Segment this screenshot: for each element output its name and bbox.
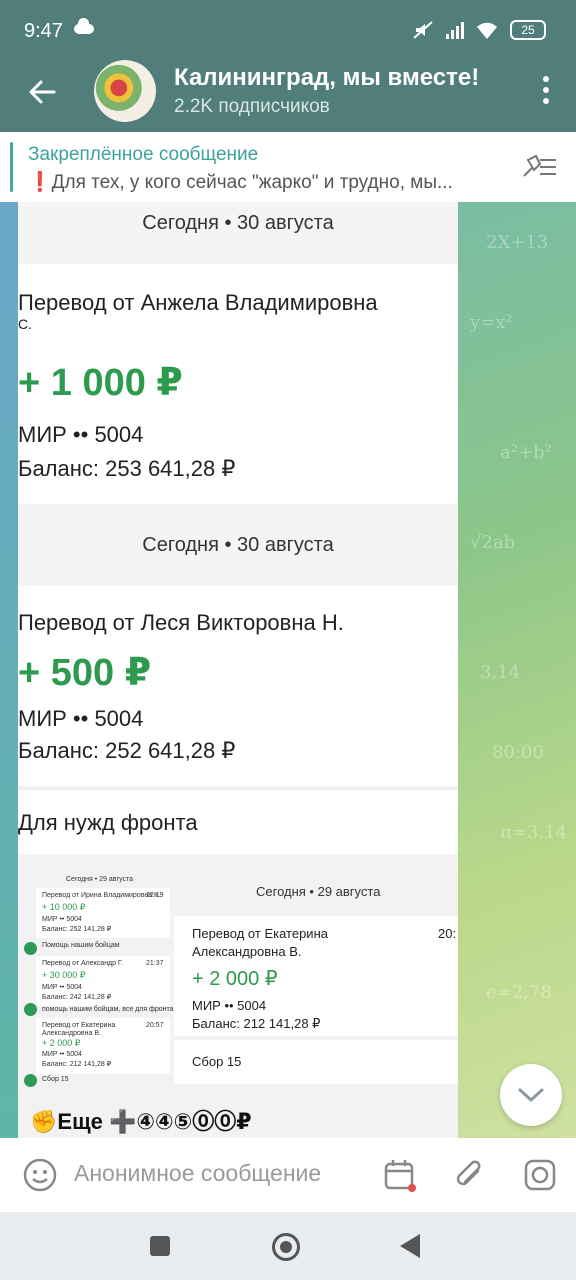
cloud-icon [74, 18, 94, 34]
mini-sender-cont: Александровна В. [42, 1030, 101, 1037]
mini-receipt-screenshot: Сегодня • 29 августа Перевод от Ирина Вл… [18, 870, 174, 1138]
attach-icon[interactable] [452, 1157, 488, 1193]
receipt-sender-cont: Александровна В. [192, 944, 302, 959]
mini-amount: + 2 000 ₽ [42, 1038, 81, 1048]
receipt-date-bar: Сегодня • 30 августа [18, 524, 458, 586]
mini-sender: Перевод от Александр Г. [42, 960, 123, 967]
mini-receipt: Перевод от Ирина Владимировна К. 22:19 +… [36, 888, 170, 938]
receipt-card-number: МИР •• 5004 [18, 422, 144, 447]
receipt-sender: Перевод от Леся Викторовна Н. [18, 610, 344, 635]
mini-note: помощь нашим бойцам, все для фронта [42, 1006, 174, 1013]
receipt-sender: Перевод от Анжела Владимировна [18, 290, 378, 315]
receipt-time: 20: [438, 926, 457, 941]
receipt-card-number: МИР •• 5004 [192, 998, 267, 1013]
receipt-amount: + 500 ₽ [18, 652, 152, 694]
receipt-balance: Баланс: 252 641,28 ₽ [18, 738, 236, 763]
mini-sender: Перевод от Ирина Владимировна К. [42, 892, 161, 899]
check-icon [24, 942, 37, 955]
mini-card: МИР •• 5004 [42, 984, 82, 991]
mini-time: 21:37 [146, 960, 164, 967]
receipt-date: Сегодня • 30 августа [142, 212, 334, 234]
message-text: ✊Еще ➕④④⑤⓪⓪₽ [30, 1109, 252, 1134]
receipt-card: Перевод от Екатерина 20: Александровна В… [174, 916, 458, 1036]
message-image[interactable]: Сегодня • 30 августа Перевод от Анжела В… [18, 202, 458, 1138]
receipt-sender: Перевод от Екатерина [192, 926, 328, 941]
mini-card: МИР •• 5004 [42, 916, 82, 923]
receipt-amount: + 2 000 ₽ [192, 968, 278, 990]
wifi-icon [477, 22, 497, 39]
message-input-bar: Анонимное сообщение [0, 1138, 576, 1212]
mini-amount: + 30 000 ₽ [42, 970, 86, 980]
pin-list-icon[interactable] [520, 154, 558, 180]
check-icon [24, 1074, 37, 1087]
mini-date: Сегодня • 29 августа [66, 876, 134, 883]
receipt-note-text: Для нужд фронта [18, 810, 198, 835]
mini-time: 20:57 [146, 1022, 164, 1029]
system-nav-bar [0, 1212, 576, 1280]
check-icon [24, 1003, 37, 1016]
mini-balance: Баланс: 242 141,28 ₽ [42, 994, 112, 1001]
message-input[interactable]: Анонимное сообщение [74, 1160, 321, 1187]
scroll-down-button[interactable] [500, 1064, 562, 1126]
camera-icon[interactable] [522, 1157, 558, 1193]
chat-header: Калининград, мы вместе! 2.2K подписчиков [0, 60, 576, 132]
pinned-indicator [10, 142, 13, 192]
emoji-icon[interactable] [22, 1157, 58, 1193]
receipt-date: Сегодня • 30 августа [142, 534, 334, 556]
status-icons: 25 [412, 20, 546, 40]
back-button[interactable] [400, 1234, 420, 1258]
home-button[interactable] [272, 1233, 300, 1261]
more-menu-icon[interactable] [542, 76, 550, 106]
mini-amount: + 10 000 ₽ [42, 902, 86, 912]
receipt-sender-cont: С. [18, 316, 32, 332]
mini-note: Помощь нашим бойцам [42, 942, 120, 949]
pinned-message-bar[interactable]: Закреплённое сообщение ❗️Для тех, у кого… [0, 132, 576, 202]
recents-button[interactable] [150, 1236, 170, 1256]
mini-receipt: Перевод от Екатерина 20:57 Александровна… [36, 1018, 170, 1074]
pinned-text: ❗️Для тех, у кого сейчас "жарко" и трудн… [28, 172, 453, 193]
mini-card: МИР •• 5004 [42, 1051, 82, 1058]
receipt-note: Сбор 15 [174, 1040, 458, 1084]
receipt-note: Для нужд фронта [18, 788, 458, 854]
status-time: 9:47 [24, 20, 63, 42]
mini-time: 22:19 [146, 892, 164, 899]
receipt-date-bar: Сегодня • 30 августа [18, 202, 458, 264]
battery-icon: 25 [510, 20, 546, 40]
receipt-balance: Баланс: 253 641,28 ₽ [18, 456, 236, 481]
channel-avatar[interactable] [94, 60, 156, 122]
mini-receipt: Перевод от Александр Г. 21:37 + 30 000 ₽… [36, 956, 170, 1006]
mini-balance: Баланс: 212 141,28 ₽ [42, 1061, 112, 1068]
back-arrow-icon[interactable] [24, 74, 60, 110]
receipt-card-number: МИР •• 5004 [18, 706, 144, 731]
schedule-icon[interactable] [382, 1157, 418, 1193]
chat-area[interactable]: 2X+13 y=x² a²+b² √2ab 3,14 80:00 π=3.14 … [0, 202, 576, 1138]
status-bar: 9:47 25 [0, 0, 576, 60]
mini-note: Сбор 15 [42, 1076, 69, 1083]
subscriber-count: 2.2K подписчиков [174, 96, 330, 117]
mini-sender: Перевод от Екатерина [42, 1022, 116, 1029]
signal-icon [446, 21, 464, 39]
mini-balance: Баланс: 252 141,28 ₽ [42, 926, 112, 933]
receipt-card: Перевод от Леся Викторовна Н. + 500 ₽ МИ… [18, 586, 458, 786]
pinned-title: Закреплённое сообщение [28, 144, 259, 165]
receipt-screenshot: Сегодня • 29 августа Перевод от Екатерин… [174, 870, 458, 1138]
chevron-down-icon [518, 1088, 544, 1102]
chat-background-strip [0, 202, 20, 1138]
channel-title[interactable]: Калининград, мы вместе! [174, 64, 500, 92]
receipt-note-text: Сбор 15 [192, 1054, 242, 1069]
receipt-amount: + 1 000 ₽ [18, 362, 183, 404]
receipt-card: Перевод от Анжела Владимировна С. + 1 00… [18, 264, 458, 504]
receipt-balance: Баланс: 212 141,28 ₽ [192, 1016, 321, 1031]
receipt-date: Сегодня • 29 августа [256, 884, 381, 899]
mute-icon [413, 21, 433, 39]
